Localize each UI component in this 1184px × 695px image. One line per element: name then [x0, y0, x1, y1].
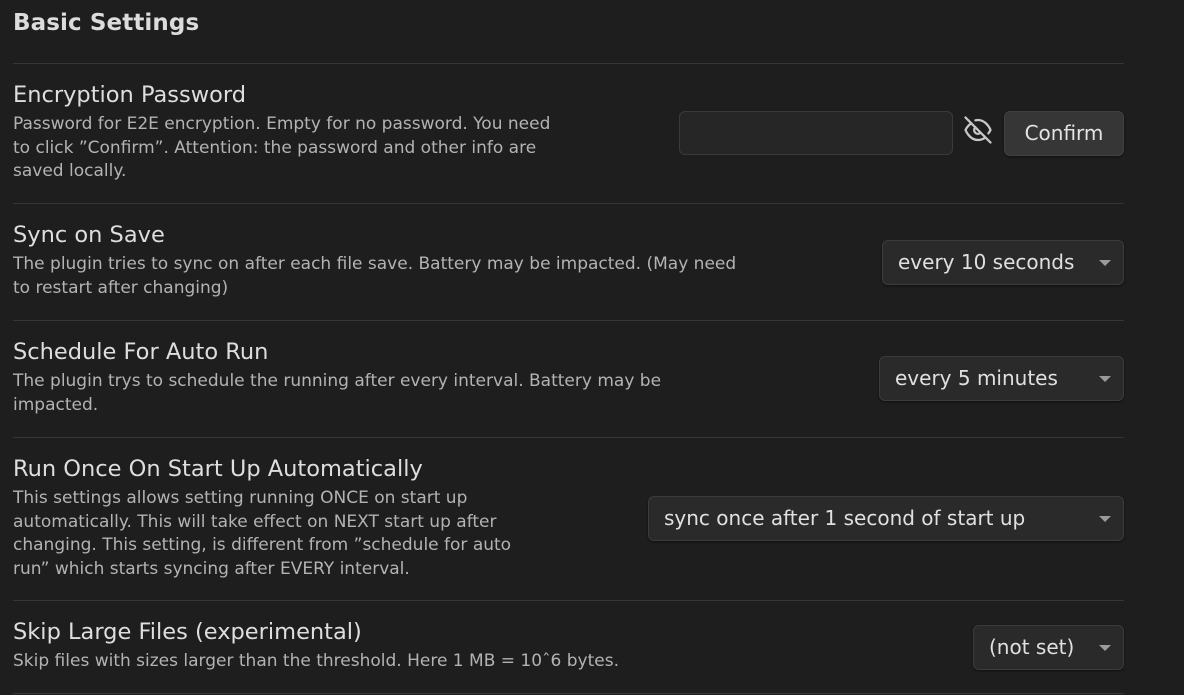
divider: [13, 203, 1124, 204]
startup-dropdown[interactable]: sync once after 1 second of start up: [648, 496, 1124, 541]
setting-info: Schedule For Auto Run The plugin trys to…: [13, 338, 661, 417]
skip-large-files-dropdown[interactable]: (not set): [973, 625, 1124, 670]
description-line: This settings allows setting running ONC…: [13, 488, 468, 508]
chevron-down-icon: [1099, 516, 1111, 522]
divider: [13, 63, 1124, 64]
setting-name: Sync on Save: [13, 222, 165, 248]
setting-info: Encryption Password Password for E2E enc…: [13, 81, 550, 184]
dropdown-value: (not set): [989, 635, 1075, 659]
confirm-button[interactable]: Confirm: [1004, 111, 1124, 156]
sync-on-save-dropdown[interactable]: every 10 seconds: [882, 240, 1124, 285]
description-line: Password for E2E encryption. Empty for n…: [13, 114, 551, 134]
divider: [13, 320, 1124, 321]
divider: [13, 437, 1124, 438]
setting-encryption-password: Encryption Password Password for E2E enc…: [13, 81, 1124, 191]
setting-info: Run Once On Start Up Automatically This …: [13, 455, 511, 581]
chevron-down-icon: [1099, 260, 1111, 266]
setting-name: Encryption Password: [13, 82, 247, 108]
chevron-down-icon: [1099, 376, 1111, 382]
description-line: Skip files with sizes larger than the th…: [13, 651, 619, 671]
eye-off-icon[interactable]: [963, 115, 993, 145]
description-line: The plugin trys to schedule the running …: [13, 371, 662, 391]
setting-info: Sync on Save The plugin tries to sync on…: [13, 221, 736, 300]
description-line: changing. This setting, is different fro…: [13, 535, 512, 555]
setting-name: Schedule For Auto Run: [13, 339, 269, 365]
setting-info: Skip Large Files (experimental) Skip fil…: [13, 618, 619, 674]
setting-skip-large-files: Skip Large Files (experimental) Skip fil…: [13, 618, 1124, 688]
setting-description: The plugin trys to schedule the running …: [13, 370, 661, 417]
dropdown-value: every 5 minutes: [895, 366, 1058, 390]
description-line: to restart after changing): [13, 277, 229, 298]
password-input[interactable]: [679, 111, 953, 155]
dropdown-value: sync once after 1 second of start up: [664, 506, 1026, 530]
description-line: impacted.: [13, 394, 99, 415]
divider: [13, 600, 1124, 601]
setting-description: The plugin tries to sync on after each f…: [13, 253, 736, 300]
setting-name: Run Once On Start Up Automatically: [13, 456, 423, 482]
divider: [13, 693, 1124, 694]
dropdown-value: every 10 seconds: [898, 250, 1075, 274]
setting-schedule-auto-run: Schedule For Auto Run The plugin trys to…: [13, 338, 1124, 423]
auto-run-dropdown[interactable]: every 5 minutes: [879, 356, 1124, 401]
chevron-down-icon: [1099, 645, 1111, 651]
setting-run-once-startup: Run Once On Start Up Automatically This …: [13, 455, 1124, 590]
setting-description: This settings allows setting running ONC…: [13, 487, 511, 581]
description-line: The plugin tries to sync on after each f…: [13, 254, 737, 274]
description-line: to click ”Confirm”. Attention: the passw…: [13, 137, 537, 158]
setting-sync-on-save: Sync on Save The plugin tries to sync on…: [13, 221, 1124, 306]
description-line: run” which starts syncing after EVERY in…: [13, 558, 410, 579]
section-title: Basic Settings: [13, 10, 200, 36]
description-line: automatically. This will take effect on …: [13, 511, 497, 532]
setting-description: Skip files with sizes larger than the th…: [13, 650, 619, 674]
setting-description: Password for E2E encryption. Empty for n…: [13, 113, 550, 184]
setting-name: Skip Large Files (experimental): [13, 619, 362, 645]
description-line: saved locally.: [13, 161, 127, 181]
